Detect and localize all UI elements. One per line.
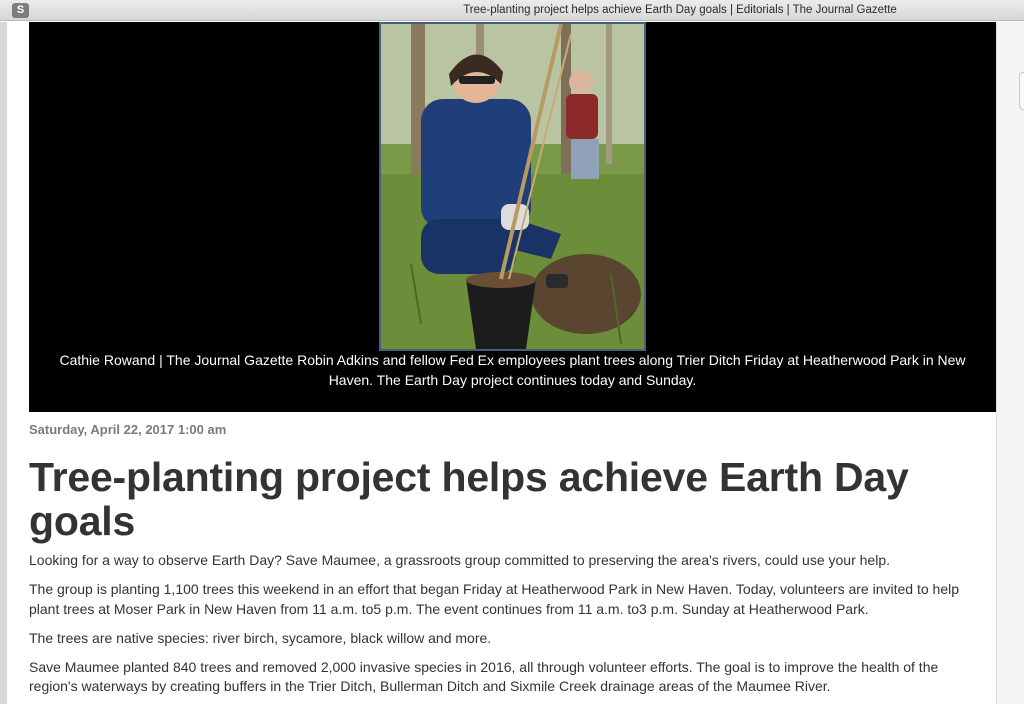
sidebar-handle[interactable] (1019, 72, 1024, 110)
article-paragraph: Looking for a way to observe Earth Day? … (29, 552, 890, 568)
window-left-edge (0, 22, 7, 704)
article-headline: Tree-planting project helps achieve Eart… (29, 454, 909, 544)
window-right-edge (996, 22, 1024, 704)
photo-illustration (381, 24, 644, 349)
article-paragraph: The group is planting 1,100 trees this w… (29, 581, 960, 617)
window-title: Tree-planting project helps achieve Eart… (463, 4, 897, 16)
article-photo-block: Cathie Rowand | The Journal Gazette Robi… (29, 22, 996, 412)
window-titlebar: S Tree-planting project helps achieve Ea… (0, 0, 1024, 21)
app-icon[interactable]: S (12, 3, 29, 18)
article-paragraph: The trees are native species: river birc… (29, 629, 492, 646)
article-paragraph: Save Maumee planted 840 trees and remove… (29, 658, 939, 695)
article-body: Looking for a way to observe Earth Day? … (29, 551, 989, 704)
article-photo[interactable] (379, 22, 646, 351)
article-dateline: Saturday, April 22, 2017 1:00 am (29, 422, 227, 437)
photo-caption: Cathie Rowand | The Journal Gazette Robi… (59, 352, 966, 388)
